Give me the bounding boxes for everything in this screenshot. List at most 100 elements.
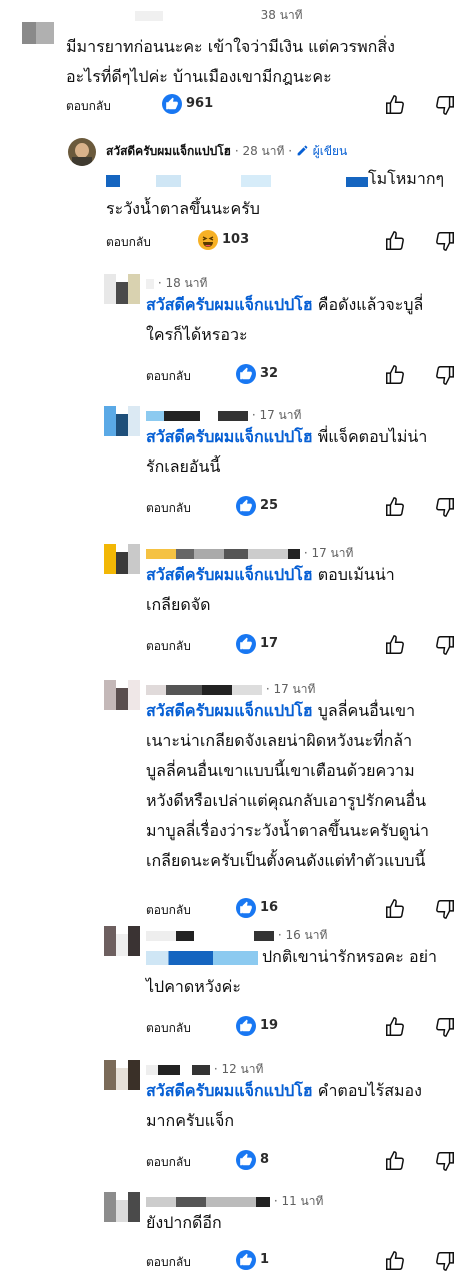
timestamp: 11 นาที xyxy=(281,1194,324,1208)
like-icon xyxy=(236,496,256,516)
reaction-count: 17 xyxy=(260,636,279,651)
comment-actions: ตอบกลับ 32 xyxy=(146,364,464,388)
timestamp: 17 นาที xyxy=(259,408,302,422)
comment-actions: ตอบกลับ 103 xyxy=(106,230,466,254)
comment-text: โมโหมากๆ ระวังน้ำตาลขึ้นนะครับ xyxy=(106,169,445,218)
thumb-down-icon[interactable] xyxy=(434,364,456,386)
like-icon xyxy=(236,1016,256,1036)
reaction-count: 961 xyxy=(186,96,214,111)
reply-comment: · 12 นาที สวัสดีครับผมแจ็กแปปโฮ คำตอบไร้ส… xyxy=(0,1054,471,1180)
comment-actions: ตอบกลับ 16 xyxy=(146,898,464,922)
like-icon xyxy=(236,634,256,654)
reply-button[interactable]: ตอบกลับ xyxy=(146,1019,191,1038)
comment-actions: ตอบกลับ 1 xyxy=(146,1250,464,1274)
thumb-up-icon[interactable] xyxy=(384,364,406,386)
comment-text: ปกติเขาน่ารักหรอคะ อย่า ไปคาดหวังค่ะ xyxy=(146,947,437,996)
reply-button[interactable]: ตอบกลับ xyxy=(146,637,191,656)
thumb-down-icon[interactable] xyxy=(434,230,456,252)
like-icon xyxy=(236,898,256,918)
thumb-up-icon[interactable] xyxy=(384,230,406,252)
mention-link[interactable]: สวัสดีครับผมแจ็กแปปโฮ xyxy=(146,701,313,720)
thumb-up-icon[interactable] xyxy=(384,1150,406,1172)
like-icon xyxy=(162,94,182,114)
comment-actions: ตอบกลับ 17 xyxy=(146,634,464,658)
thumb-up-icon[interactable] xyxy=(384,898,406,920)
thumb-up-icon[interactable] xyxy=(384,94,406,116)
reply-button[interactable]: ตอบกลับ xyxy=(146,1153,191,1172)
like-icon xyxy=(236,364,256,384)
avatar[interactable] xyxy=(104,406,140,436)
timestamp: 18 นาที xyxy=(165,276,208,290)
comment-meta: 38 นาที xyxy=(135,6,303,25)
timestamp: 38 นาที xyxy=(260,8,303,22)
reaction-count: 103 xyxy=(222,232,250,247)
timestamp: 16 นาที xyxy=(285,928,328,942)
thumb-up-icon[interactable] xyxy=(384,634,406,656)
avatar[interactable] xyxy=(104,544,140,574)
comment-text: ยังปากดีอีก xyxy=(146,1213,222,1232)
reaction-count: 32 xyxy=(260,366,279,381)
comment-actions: ตอบกลับ 19 xyxy=(146,1016,464,1040)
reaction-count: 16 xyxy=(260,900,279,915)
thumb-down-icon[interactable] xyxy=(434,1150,456,1172)
pencil-icon xyxy=(296,144,309,160)
reply-comment: · 17 นาที สวัสดีครับผมแจ็กแปปโฮ ตอบเม้นน่… xyxy=(0,538,471,664)
timestamp: 12 นาที xyxy=(221,1062,264,1076)
thumb-up-icon[interactable] xyxy=(384,1016,406,1038)
mention-link[interactable]: สวัสดีครับผมแจ็กแปปโฮ xyxy=(146,427,313,446)
reaction-count: 19 xyxy=(260,1018,279,1033)
timestamp: 17 นาที xyxy=(273,682,316,696)
reply-button[interactable]: ตอบกลับ xyxy=(146,367,191,386)
comment-actions: ตอบกลับ 961 xyxy=(66,94,466,118)
avatar[interactable] xyxy=(104,1060,140,1090)
like-icon xyxy=(236,1150,256,1170)
comment-text: สวัสดีครับผมแจ็กแปปโฮ บูลลี่คนอื่นเขา เนา… xyxy=(146,701,430,870)
reaction-count: 25 xyxy=(260,498,279,513)
timestamp: 28 นาที xyxy=(242,144,285,158)
redacted-mention xyxy=(146,950,258,965)
comment-text: สวัสดีครับผมแจ็กแปปโฮ ตอบเม้นน่า เกลียดจั… xyxy=(146,565,395,614)
reply-comment: · 11 นาที ยังปากดีอีก ตอบกลับ 1 xyxy=(0,1186,471,1280)
haha-icon xyxy=(198,230,218,250)
reply-button[interactable]: ตอบกลับ xyxy=(66,97,111,116)
thumb-down-icon[interactable] xyxy=(434,1016,456,1038)
avatar[interactable] xyxy=(104,926,140,956)
reply-button[interactable]: ตอบกลับ xyxy=(146,499,191,518)
thumb-down-icon[interactable] xyxy=(434,496,456,518)
reaction-count: 1 xyxy=(260,1252,270,1267)
mention-link[interactable]: สวัสดีครับผมแจ็กแปปโฮ xyxy=(146,1081,313,1100)
author-avatar[interactable] xyxy=(68,138,96,166)
mention-link[interactable]: สวัสดีครับผมแจ็กแปปโฮ xyxy=(146,295,313,314)
thumb-up-icon[interactable] xyxy=(384,1250,406,1272)
comment-text: สวัสดีครับผมแจ็กแปปโฮ คือดังแล้วจะบูลี่ใ… xyxy=(146,295,424,344)
reply-button[interactable]: ตอบกลับ xyxy=(146,901,191,920)
comment-actions: ตอบกลับ 8 xyxy=(146,1150,464,1174)
author-name[interactable]: สวัสดีครับผมแจ็กแปปโฮ xyxy=(106,144,231,158)
reply-button[interactable]: ตอบกลับ xyxy=(106,233,151,252)
comment-actions: ตอบกลับ 25 xyxy=(146,496,464,520)
comment-text: มีมารยาทก่อนนะคะ เข้าใจว่ามีเงิน แต่ควรพ… xyxy=(66,37,395,86)
thumb-down-icon[interactable] xyxy=(434,634,456,656)
timestamp: 17 นาที xyxy=(311,546,354,560)
thumb-down-icon[interactable] xyxy=(434,1250,456,1272)
thumb-down-icon[interactable] xyxy=(434,898,456,920)
like-icon xyxy=(236,1250,256,1270)
reply-comment: · 18 นาที สวัสดีครับผมแจ็กแปปโฮ คือดังแล้… xyxy=(0,268,471,394)
author-reply: สวัสดีครับผมแจ็กแปปโฮ · 28 นาที · ผู้เขี… xyxy=(0,130,471,256)
avatar[interactable] xyxy=(22,22,54,44)
reply-button[interactable]: ตอบกลับ xyxy=(146,1253,191,1272)
reply-comment: · 17 นาที สวัสดีครับผมแจ็กแปปโฮ พี่แจ็คตอ… xyxy=(0,400,471,526)
reaction-count: 8 xyxy=(260,1152,270,1167)
reply-comment: · 16 นาที ปกติเขาน่ารักหรอคะ อย่า ไปคาดหวั… xyxy=(0,920,471,1046)
thumb-down-icon[interactable] xyxy=(434,94,456,116)
comment-meta: สวัสดีครับผมแจ็กแปปโฮ · 28 นาที · ผู้เขี… xyxy=(106,144,348,160)
avatar[interactable] xyxy=(104,1192,140,1222)
avatar[interactable] xyxy=(104,680,140,710)
thumb-up-icon[interactable] xyxy=(384,496,406,518)
comment-text: สวัสดีครับผมแจ็กแปปโฮ พี่แจ็คตอบไม่น่า รั… xyxy=(146,427,428,476)
reply-comment: · 17 นาที สวัสดีครับผมแจ็กแปปโฮ บูลลี่คนอ… xyxy=(0,674,471,928)
avatar[interactable] xyxy=(104,274,140,304)
top-comment: 38 นาที มีมารยาทก่อนนะคะ เข้าใจว่ามีเงิน… xyxy=(0,0,471,124)
comment-text: สวัสดีครับผมแจ็กแปปโฮ คำตอบไร้สมอง มากครั… xyxy=(146,1081,422,1130)
mention-link[interactable]: สวัสดีครับผมแจ็กแปปโฮ xyxy=(146,565,313,584)
